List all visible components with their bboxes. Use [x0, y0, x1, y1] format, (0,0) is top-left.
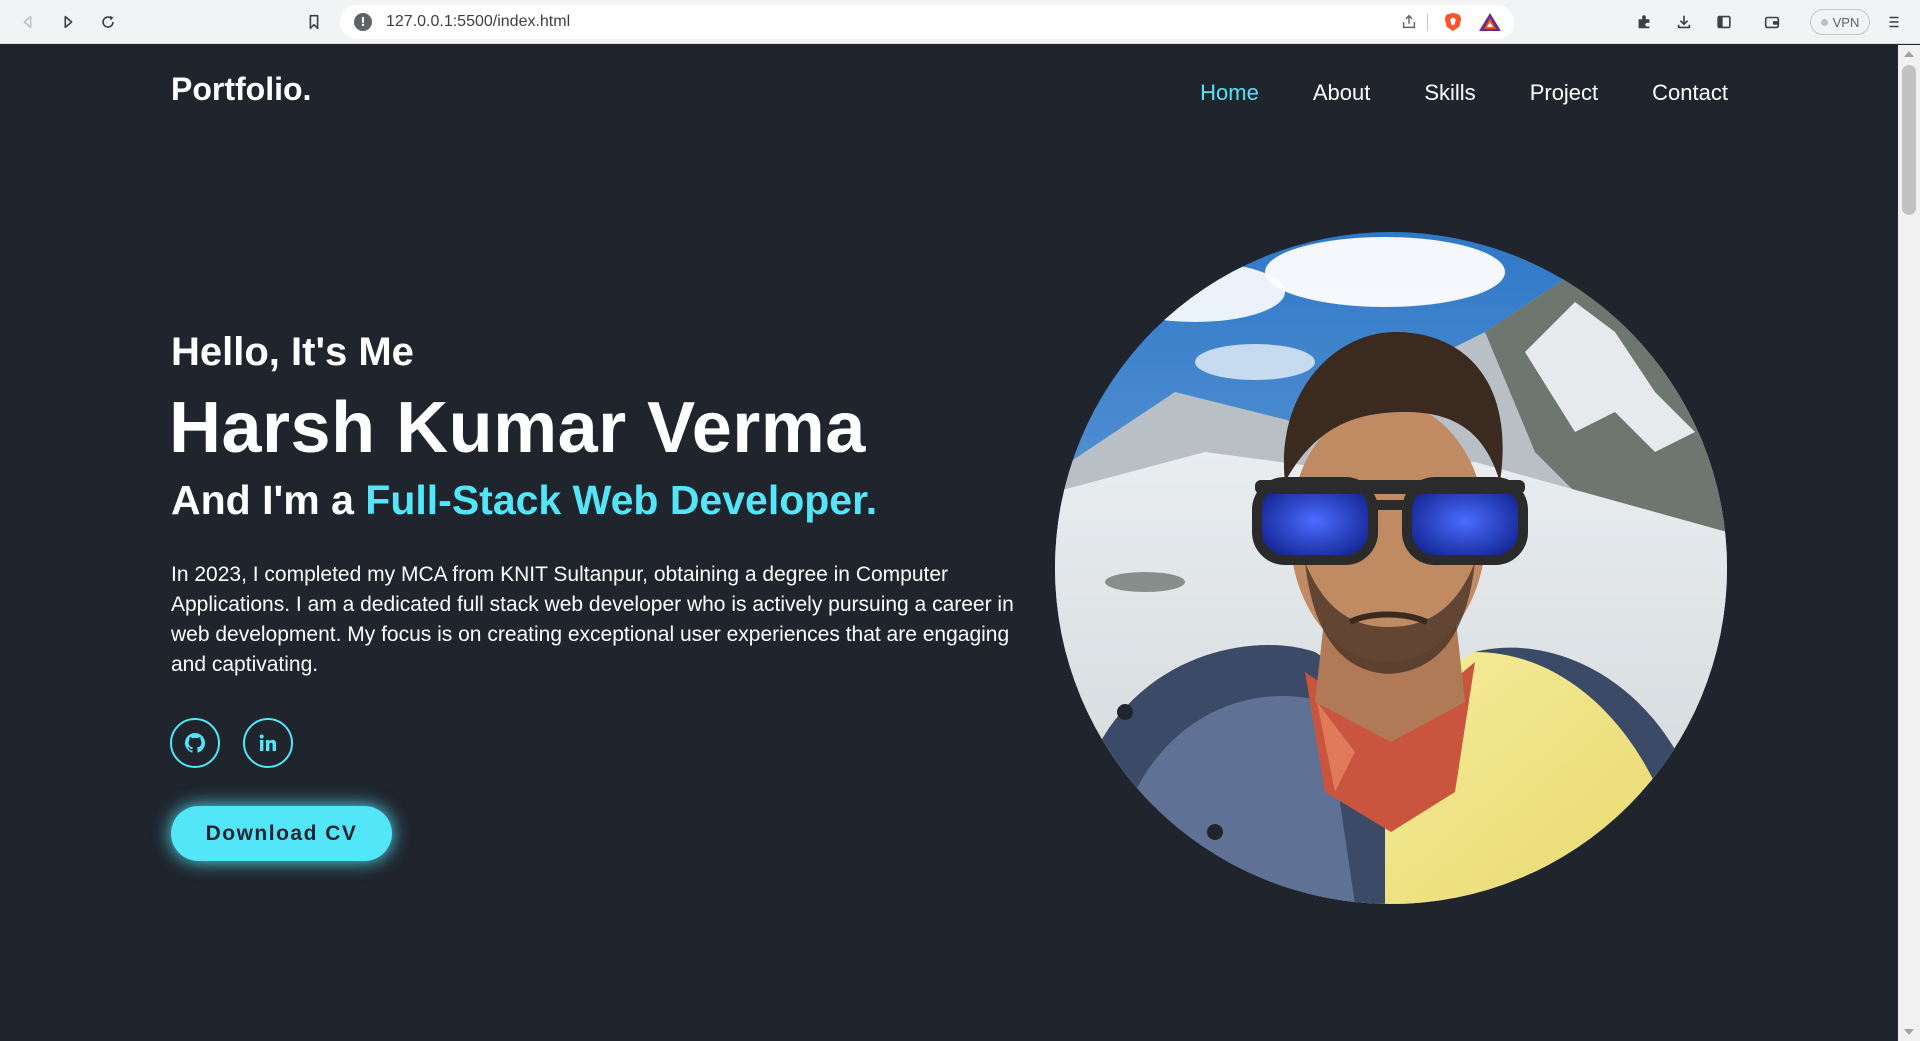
nav-home[interactable]: Home — [1200, 80, 1259, 106]
scroll-up-icon[interactable] — [1904, 51, 1914, 57]
profile-photo — [1055, 232, 1727, 904]
vpn-button[interactable]: VPN — [1810, 9, 1870, 35]
nav-contact[interactable]: Contact — [1652, 80, 1728, 106]
role-accent: Full-Stack Web Developer. — [365, 477, 878, 523]
reload-icon[interactable] — [94, 8, 122, 36]
scrollbar-thumb[interactable] — [1902, 65, 1916, 215]
address-bar[interactable]: ! 127.0.0.1:5500/index.html — [340, 5, 1514, 39]
scrollbar[interactable] — [1898, 45, 1920, 1041]
nav-about[interactable]: About — [1313, 80, 1371, 106]
hero-role: And I'm a Full-Stack Web Developer. — [171, 477, 877, 524]
nav-skills[interactable]: Skills — [1424, 80, 1475, 106]
back-icon[interactable] — [14, 8, 42, 36]
url-text[interactable]: 127.0.0.1:5500/index.html — [386, 13, 570, 31]
hero-bio: In 2023, I completed my MCA from KNIT Su… — [171, 563, 1014, 676]
brave-rewards-icon[interactable] — [1478, 12, 1502, 32]
hero-name: Harsh Kumar Verma — [169, 388, 866, 468]
role-prefix: And I'm a — [171, 477, 354, 523]
extensions-icon[interactable] — [1630, 8, 1658, 36]
github-link[interactable] — [170, 718, 220, 768]
forward-icon[interactable] — [54, 8, 82, 36]
download-cv-button[interactable]: Download CV — [171, 806, 392, 861]
downloads-icon[interactable] — [1670, 8, 1698, 36]
greeting: Hello, It's Me — [171, 330, 414, 374]
vpn-label: VPN — [1832, 14, 1860, 30]
share-icon[interactable] — [1400, 13, 1418, 31]
wallet-icon[interactable] — [1758, 8, 1786, 36]
page-viewport: Portfolio. Home About Skills Project Con… — [0, 45, 1898, 1041]
browser-toolbar: ! 127.0.0.1:5500/index.html VPN — [0, 0, 1920, 44]
linkedin-icon — [259, 734, 276, 751]
github-icon — [184, 733, 206, 753]
brave-shields-icon[interactable] — [1442, 11, 1464, 33]
divider — [1427, 13, 1428, 31]
bookmark-icon[interactable] — [300, 8, 328, 36]
site-info-icon[interactable]: ! — [354, 13, 372, 31]
main-nav: Home About Skills Project Contact — [1200, 80, 1728, 106]
vpn-status-dot — [1820, 18, 1828, 26]
nav-project[interactable]: Project — [1530, 80, 1598, 106]
sidebar-icon[interactable] — [1710, 8, 1738, 36]
scroll-down-icon[interactable] — [1904, 1029, 1914, 1035]
menu-icon[interactable] — [1880, 8, 1908, 36]
linkedin-link[interactable] — [243, 718, 293, 768]
site-logo[interactable]: Portfolio. — [171, 71, 311, 108]
